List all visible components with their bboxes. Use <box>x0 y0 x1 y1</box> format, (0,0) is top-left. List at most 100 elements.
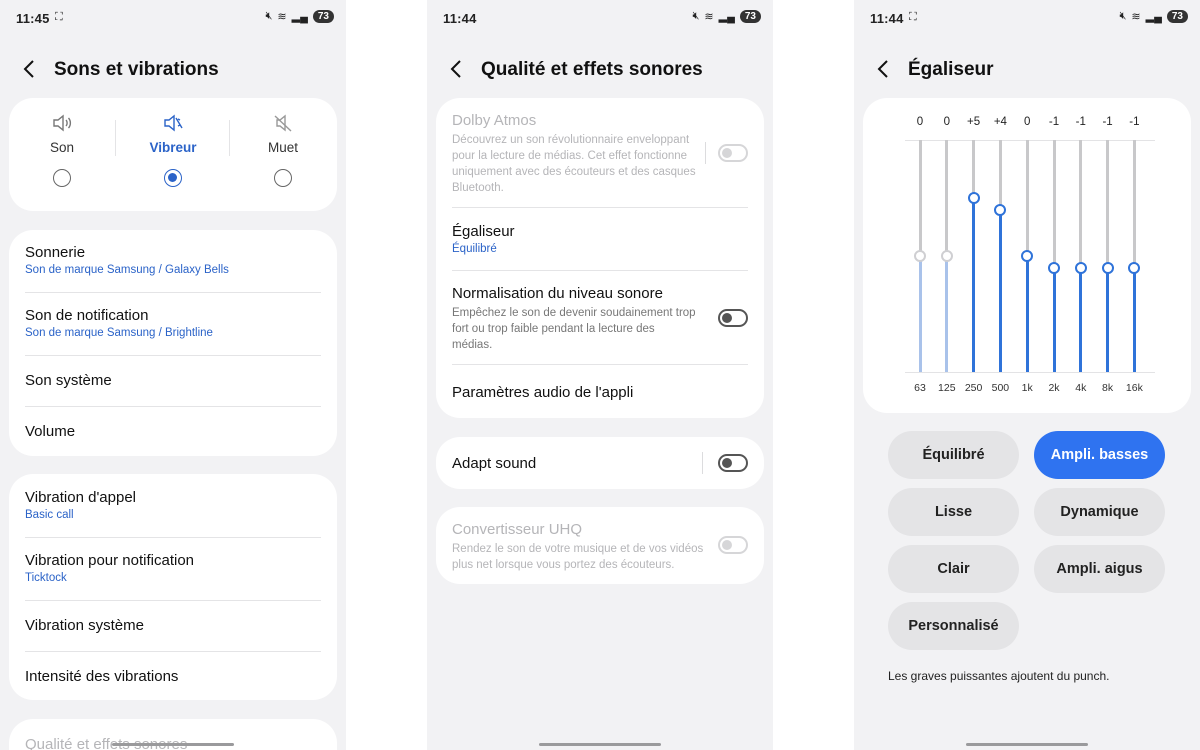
item-label: Normalisation du niveau sonore <box>452 285 663 302</box>
toggle-separator <box>702 452 703 474</box>
normalisation-toggle[interactable] <box>718 309 748 327</box>
mode-muet[interactable]: Muet <box>230 112 336 187</box>
item-label: Vibration pour notification <box>25 552 194 569</box>
eq-band-knob[interactable] <box>1074 261 1087 274</box>
preset-equilibre[interactable]: Équilibré <box>888 431 1019 479</box>
list-item-uhq[interactable]: Convertisseur UHQ Rendez le son de votre… <box>452 521 714 573</box>
divider <box>452 364 748 365</box>
list-item-volume[interactable]: Volume <box>25 423 321 440</box>
eq-band-frequency: 8k <box>1102 382 1114 394</box>
mode-radio[interactable] <box>274 169 292 187</box>
list-item-adapt-sound[interactable]: Adapt sound <box>452 455 748 472</box>
dolby-toggle[interactable] <box>718 144 748 162</box>
status-bar: 11:44 🔇︎ ≋ ▂▄ 73 <box>427 0 773 36</box>
status-icons: 🔇︎ ≋ ▂▄ 73 <box>692 10 761 23</box>
screenshot-icon: ⛶ <box>909 11 917 23</box>
screen-equalizer: 11:44 ⛶ 🔇︎ ≋ ▂▄ 73 Égaliseur 0 63 0 125 +5 25… <box>854 0 1200 750</box>
eq-band-value: +5 <box>967 116 981 128</box>
eq-band-knob[interactable] <box>1048 261 1060 274</box>
divider <box>25 651 321 652</box>
item-desc: Empêchez le son de devenir soudainement … <box>452 307 696 351</box>
list-item-normalisation[interactable]: Normalisation du niveau sonore Empêchez … <box>452 285 698 353</box>
battery-badge: 73 <box>739 10 761 23</box>
eq-band-frequency: 4k <box>1075 382 1087 394</box>
status-icons: 🔇︎ ≋ ▂▄ 73 <box>1119 10 1188 23</box>
mode-vibreur[interactable]: Vibreur <box>120 112 226 187</box>
eq-band-value: 0 <box>1023 116 1031 128</box>
list-item-dolby[interactable]: Dolby Atmos Découvrez un son révolutionn… <box>452 112 698 196</box>
divider <box>25 355 321 356</box>
eq-band-value: 0 <box>916 116 924 128</box>
eq-band-fill <box>1079 267 1083 372</box>
eq-band-fill <box>998 209 1002 372</box>
eq-band-frequency: 500 <box>991 382 1010 394</box>
sounds-card: Sonnerie Son de marque Samsung / Galaxy … <box>9 230 337 456</box>
eq-band-knob[interactable] <box>1128 261 1141 274</box>
back-arrow-icon[interactable] <box>876 59 896 79</box>
preset-personnalise[interactable]: Personnalisé <box>888 602 1019 650</box>
eq-band-frequency: 1k <box>1021 382 1033 394</box>
eq-band-knob[interactable] <box>994 203 1007 216</box>
page-title: Qualité et effets sonores <box>481 59 703 80</box>
list-item-vibration-notification[interactable]: Vibration pour notification Ticktock <box>25 552 321 584</box>
status-bar: 11:45 ⛶ 🔇︎ ≋ ▂▄ 73 <box>0 0 346 36</box>
adapt-card: Adapt sound <box>436 437 764 489</box>
effects-card: Dolby Atmos Découvrez un son révolutionn… <box>436 98 764 418</box>
eq-band-fill <box>972 198 976 372</box>
preset-clair[interactable]: Clair <box>888 545 1019 593</box>
eq-band-fill <box>945 256 949 372</box>
uhq-toggle[interactable] <box>718 536 748 554</box>
item-desc: Rendez le son de votre musique et de vos… <box>452 543 704 571</box>
item-label: Paramètres audio de l'appli <box>452 384 634 401</box>
divider <box>25 292 321 293</box>
eq-band-fill <box>1106 267 1110 372</box>
item-label: Sonnerie <box>25 244 86 261</box>
eq-band-knob[interactable] <box>1021 250 1034 262</box>
adapt-sound-toggle[interactable] <box>718 454 748 472</box>
item-sub: Basic call <box>25 509 74 521</box>
header: Égaliseur <box>854 52 1200 88</box>
item-label: Égaliseur <box>452 223 515 240</box>
signal-icon: ▂▄ <box>1145 11 1162 23</box>
speaker-icon <box>9 112 115 134</box>
list-item-sonnerie[interactable]: Sonnerie Son de marque Samsung / Galaxy … <box>25 244 321 276</box>
mute-icon <box>230 112 336 134</box>
signal-icon: ▂▄ <box>291 11 308 23</box>
eq-band-value: 0 <box>943 116 950 128</box>
preset-dynamique[interactable]: Dynamique <box>1034 488 1165 536</box>
eq-band-knob[interactable] <box>914 250 926 262</box>
item-sub: Ticktock <box>25 572 67 584</box>
wifi-icon: ≋ <box>277 11 287 23</box>
mode-son[interactable]: Son <box>9 112 115 187</box>
eq-band-knob[interactable] <box>1101 261 1114 274</box>
uhq-card: Convertisseur UHQ Rendez le son de votre… <box>436 507 764 584</box>
list-item-vibration-appel[interactable]: Vibration d'appel Basic call <box>25 489 321 521</box>
mode-label: Vibreur <box>149 140 197 155</box>
list-item-egaliseur[interactable]: Égaliseur Équilibré <box>452 223 748 255</box>
divider <box>452 207 748 208</box>
preset-lisse[interactable]: Lisse <box>888 488 1019 536</box>
preset-ampli-basses[interactable]: Ampli. basses <box>1034 431 1165 479</box>
divider <box>25 537 321 538</box>
status-icons: 🔇︎ ≋ ▂▄ 73 <box>265 10 334 23</box>
status-bar: 11:44 ⛶ 🔇︎ ≋ ▂▄ 73 <box>854 0 1200 36</box>
eq-band-value: -1 <box>1102 116 1113 128</box>
signal-icon: ▂▄ <box>718 11 735 23</box>
list-item-notification[interactable]: Son de notification Son de marque Samsun… <box>25 307 321 339</box>
list-item-vibration-systeme[interactable]: Vibration système <box>25 617 321 634</box>
back-arrow-icon[interactable] <box>22 59 42 79</box>
back-arrow-icon[interactable] <box>449 59 469 79</box>
list-item-son-systeme[interactable]: Son système <box>25 372 321 389</box>
eq-band-knob[interactable] <box>967 192 980 204</box>
page-title: Égaliseur <box>908 59 994 80</box>
mode-radio[interactable] <box>53 169 71 187</box>
list-item-audio-appli[interactable]: Paramètres audio de l'appli <box>452 384 748 401</box>
mode-radio[interactable] <box>164 169 182 187</box>
list-item-intensite[interactable]: Intensité des vibrations <box>25 668 321 685</box>
divider <box>25 406 321 407</box>
eq-band-fill <box>1132 267 1136 372</box>
eq-band-knob[interactable] <box>940 250 953 262</box>
page-title: Sons et vibrations <box>54 59 219 80</box>
mute-status-icon: 🔇︎ <box>265 10 273 22</box>
preset-ampli-aigus[interactable]: Ampli. aigus <box>1034 545 1165 593</box>
